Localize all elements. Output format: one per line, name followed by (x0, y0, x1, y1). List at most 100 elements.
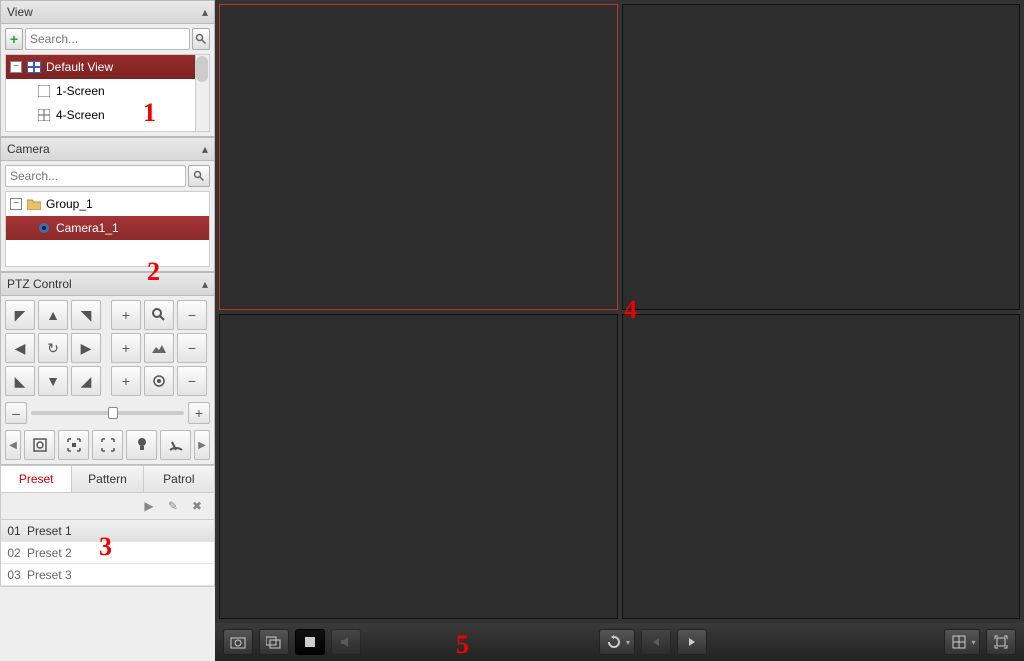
preset-label: Preset 2 (27, 546, 72, 560)
preset-item[interactable]: 01 Preset 1 (1, 520, 214, 542)
iris-close-button[interactable]: − (177, 366, 207, 396)
scrollbar-thumb[interactable] (196, 56, 208, 82)
preset-label: Preset 1 (27, 524, 72, 538)
aux-prev-button[interactable]: ◀ (5, 430, 21, 460)
speed-slower-button[interactable]: – (5, 402, 27, 424)
ptz-tabs: Preset Pattern Patrol (0, 465, 215, 493)
zoom-out-button[interactable]: − (177, 300, 207, 330)
chevron-up-icon: ▴ (202, 142, 208, 156)
ptz-left-button[interactable]: ◀ (5, 333, 35, 363)
ptz-right-button[interactable]: ▶ (71, 333, 101, 363)
video-cell-4[interactable] (622, 314, 1021, 620)
cycle-dropdown[interactable]: ▾ (623, 629, 635, 655)
camera-tree-group[interactable]: − Group_1 (6, 192, 209, 216)
tab-preset[interactable]: Preset (1, 466, 72, 492)
aux-center-button[interactable] (58, 430, 89, 460)
sidebar: View ▴ + − Default View 1-Screen 4-Scree… (0, 0, 215, 661)
audio-button[interactable] (331, 629, 361, 655)
iris-open-button[interactable]: + (111, 366, 141, 396)
focus-far-button[interactable]: − (177, 333, 207, 363)
view-panel-body: + − Default View 1-Screen 4-Screen (0, 24, 215, 137)
preset-list: 01 Preset 1 02 Preset 2 03 Preset 3 (0, 520, 215, 587)
preset-edit-button[interactable]: ✎ (164, 497, 182, 515)
camera-tree-camera[interactable]: Camera1_1 (6, 216, 209, 240)
prev-page-button[interactable] (641, 629, 671, 655)
snapshot-button[interactable] (223, 629, 253, 655)
aux-light-button[interactable] (126, 430, 157, 460)
ptz-down-button[interactable]: ▼ (38, 366, 68, 396)
focus-icon[interactable] (144, 333, 174, 363)
speed-faster-button[interactable]: + (188, 402, 210, 424)
preset-label: Preset 3 (27, 568, 72, 582)
fullscreen-button[interactable] (986, 629, 1016, 655)
view-tree-root-label: Default View (46, 60, 113, 74)
ptz-down-right-button[interactable]: ◢ (71, 366, 101, 396)
view-tree[interactable]: − Default View 1-Screen 4-Screen (5, 54, 210, 132)
camera-tree-group-label: Group_1 (46, 197, 93, 211)
view-tree-root[interactable]: − Default View (6, 55, 209, 79)
camera-tree[interactable]: − Group_1 Camera1_1 (5, 191, 210, 267)
ptz-auto-button[interactable]: ↻ (38, 333, 68, 363)
aux-next-button[interactable]: ▶ (194, 430, 210, 460)
zoom-in-button[interactable]: + (111, 300, 141, 330)
iris-icon[interactable] (144, 366, 174, 396)
preset-delete-button[interactable]: ✖ (188, 497, 206, 515)
ptz-panel-title: PTZ Control (7, 277, 72, 291)
tab-patrol[interactable]: Patrol (144, 466, 214, 492)
grid-view-icon (26, 60, 42, 74)
bottom-toolbar: ▾ ▾ (215, 623, 1024, 661)
ptz-up-right-button[interactable]: ◥ (71, 300, 101, 330)
collapse-icon[interactable]: − (10, 198, 22, 210)
aux-wiper-button[interactable] (160, 430, 191, 460)
preset-num: 03 (1, 568, 27, 582)
preset-toolbar: ▶ ✎ ✖ (0, 493, 215, 520)
view-search-button[interactable] (192, 28, 210, 50)
video-cell-2[interactable] (622, 4, 1021, 310)
aux-3d-zoom-button[interactable] (24, 430, 55, 460)
camera-panel-header[interactable]: Camera ▴ (0, 137, 215, 161)
four-screen-icon (36, 108, 52, 122)
tab-pattern[interactable]: Pattern (72, 466, 143, 492)
view-tree-item-1screen[interactable]: 1-Screen (6, 79, 209, 103)
collapse-icon[interactable]: − (10, 61, 22, 73)
view-search-input[interactable] (25, 28, 190, 50)
ptz-down-left-button[interactable]: ◣ (5, 366, 35, 396)
camera-panel-title: Camera (7, 142, 50, 156)
zoom-icon[interactable] (144, 300, 174, 330)
ptz-up-left-button[interactable]: ◤ (5, 300, 35, 330)
layout-dropdown[interactable]: ▾ (968, 629, 980, 655)
ptz-panel-header[interactable]: PTZ Control ▴ (0, 272, 215, 296)
chevron-up-icon: ▴ (202, 277, 208, 291)
preset-item[interactable]: 02 Preset 2 (1, 542, 214, 564)
view-panel-title: View (7, 5, 33, 19)
next-page-button[interactable] (677, 629, 707, 655)
ptz-panel-body: ◤ ▲ ◥ + − ◀ ↻ ▶ + − ◣ ▼ ◢ + − – + (0, 296, 215, 465)
preset-num: 01 (1, 524, 27, 538)
view-panel-header[interactable]: View ▴ (0, 0, 215, 24)
view-tree-item-4screen[interactable]: 4-Screen (6, 103, 209, 127)
camera-panel-body: − Group_1 Camera1_1 (0, 161, 215, 272)
main-area: ▾ ▾ (215, 0, 1024, 661)
camera-search-button[interactable] (188, 165, 210, 187)
view-tree-scrollbar[interactable] (195, 55, 209, 131)
video-cell-3[interactable] (219, 314, 618, 620)
view-tree-item-label: 1-Screen (56, 84, 105, 98)
slider-thumb[interactable] (108, 407, 118, 419)
snapshot-all-button[interactable] (259, 629, 289, 655)
stop-all-button[interactable] (295, 629, 325, 655)
aux-expand-button[interactable] (92, 430, 123, 460)
focus-near-button[interactable]: + (111, 333, 141, 363)
video-grid (215, 0, 1024, 623)
ptz-up-button[interactable]: ▲ (38, 300, 68, 330)
add-view-button[interactable]: + (5, 28, 23, 50)
speed-slider[interactable] (31, 411, 184, 415)
one-screen-icon (36, 84, 52, 98)
camera-search-input[interactable] (5, 165, 186, 187)
preset-item[interactable]: 03 Preset 3 (1, 564, 214, 586)
search-icon (195, 33, 207, 45)
preset-call-button[interactable]: ▶ (140, 497, 158, 515)
search-icon (193, 170, 205, 182)
video-cell-1[interactable] (219, 4, 618, 310)
view-tree-item-label: 4-Screen (56, 108, 105, 122)
camera-tree-camera-label: Camera1_1 (56, 221, 119, 235)
